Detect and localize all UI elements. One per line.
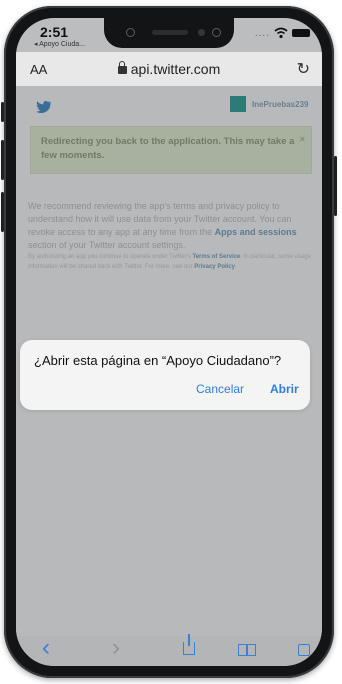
camera-icon xyxy=(212,28,221,37)
bookmarks-icon[interactable] xyxy=(238,644,256,656)
fine-print-part1: By authorizing an app you continue to op… xyxy=(28,254,193,260)
battery-icon xyxy=(292,29,310,37)
recommendation-text: We recommend reviewing the app's terms a… xyxy=(28,200,314,252)
back-to-app-link[interactable]: ◂ Apoyo Ciuda... xyxy=(34,40,85,48)
wifi-icon xyxy=(274,27,288,39)
lock-icon xyxy=(117,61,127,74)
fine-print: By authorizing an app you continue to op… xyxy=(28,252,314,272)
status-time: 2:51 xyxy=(40,24,69,40)
account-name: InePruebas239 xyxy=(252,100,309,109)
account-avatar xyxy=(230,96,246,112)
url-field[interactable]: api.twitter.com xyxy=(16,61,322,77)
privacy-policy-link[interactable]: Privacy Policy xyxy=(194,264,235,270)
share-icon[interactable] xyxy=(183,634,195,655)
cancel-button[interactable]: Cancelar xyxy=(196,382,244,396)
speaker-grille xyxy=(152,30,188,35)
camera-icon xyxy=(126,28,135,37)
signal-icon: .... xyxy=(254,28,270,39)
side-button-volume-down xyxy=(1,192,4,232)
open-button[interactable]: Abrir xyxy=(270,382,299,396)
dialog-title: ¿Abrir esta página en “Apoyo Ciudadano”? xyxy=(34,353,282,368)
side-button-silent xyxy=(1,102,4,122)
phone-frame: 2:51 ◂ Apoyo Ciuda... .... AA api.twitte… xyxy=(1,6,337,678)
sensor-dot xyxy=(198,29,205,36)
safari-toolbar: ‹ › xyxy=(16,634,322,666)
recommend-text-part2: section of your Twitter account settings… xyxy=(28,240,186,250)
back-chevron-icon[interactable]: ‹ xyxy=(42,634,50,662)
fine-print-part3: . xyxy=(235,264,237,270)
address-bar: AA api.twitter.com ↻ xyxy=(16,52,322,86)
url-text: api.twitter.com xyxy=(130,61,221,77)
redirect-message: Redirecting you back to the application.… xyxy=(41,136,295,161)
tabs-icon[interactable] xyxy=(298,644,310,656)
forward-chevron-icon[interactable]: › xyxy=(112,634,120,662)
redirect-notice: Redirecting you back to the application.… xyxy=(30,126,312,174)
side-button-power xyxy=(334,156,337,216)
terms-of-service-link[interactable]: Terms of Service xyxy=(192,254,240,260)
notch xyxy=(104,18,234,48)
apps-sessions-link[interactable]: Apps and sessions xyxy=(215,227,297,237)
twitter-bird-icon xyxy=(36,101,51,114)
open-in-app-dialog: ¿Abrir esta página en “Apoyo Ciudadano”?… xyxy=(20,340,310,410)
reload-icon[interactable]: ↻ xyxy=(297,59,310,79)
side-button-volume-up xyxy=(1,140,4,180)
close-icon[interactable]: × xyxy=(300,132,305,146)
